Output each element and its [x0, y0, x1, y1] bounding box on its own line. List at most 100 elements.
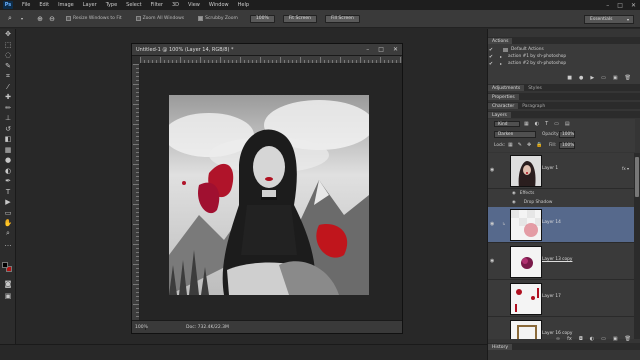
- new-layer-icon[interactable]: ▣: [613, 336, 618, 342]
- canvas-artwork[interactable]: [169, 95, 369, 295]
- shape-icon[interactable]: ▭: [0, 208, 16, 219]
- effects-row[interactable]: ◉ Effects: [488, 189, 635, 198]
- layer-name[interactable]: Layer 14: [542, 220, 561, 225]
- lock-all-icon[interactable]: 🔒: [536, 142, 542, 148]
- path-select-icon[interactable]: ▶: [0, 197, 16, 208]
- eyedropper-icon[interactable]: ⁄: [0, 82, 16, 93]
- close-icon[interactable]: ✕: [631, 2, 636, 9]
- healing-icon[interactable]: ✚: [0, 92, 16, 103]
- blend-mode-select[interactable]: Darken: [494, 131, 536, 138]
- action-row[interactable]: ✔ ▸ action #2 by sh-photoshop: [488, 60, 635, 67]
- menu-window[interactable]: Window: [209, 2, 229, 8]
- zoom-out-icon[interactable]: ⊖: [48, 15, 56, 23]
- quick-mask-icon[interactable]: ◙: [0, 279, 16, 290]
- layer-row-selected[interactable]: ◉ ↳ Layer 14: [488, 207, 635, 243]
- layer-row[interactable]: Layer 17: [488, 281, 635, 317]
- pen-icon[interactable]: ✒: [0, 176, 16, 187]
- fill-screen-button[interactable]: Fill Screen: [324, 14, 360, 23]
- filter-kind-select[interactable]: Kind: [494, 121, 520, 127]
- trash-icon[interactable]: 🗑: [625, 75, 631, 81]
- layers-scroll-thumb[interactable]: [635, 157, 639, 197]
- adjustment-filter-icon[interactable]: ◐: [535, 121, 539, 127]
- tab-styles[interactable]: Styles: [524, 85, 546, 91]
- menu-filter[interactable]: Filter: [151, 2, 163, 8]
- new-action-icon[interactable]: ▣: [613, 75, 618, 81]
- drop-shadow-row[interactable]: ◉ Drop Shadow: [488, 198, 635, 207]
- stop-icon[interactable]: ■: [567, 75, 572, 81]
- marquee-icon[interactable]: ⬚: [0, 40, 16, 51]
- eye-icon[interactable]: ◉: [512, 191, 516, 196]
- dodge-icon[interactable]: ◐: [0, 166, 16, 177]
- tab-properties[interactable]: Properties: [488, 94, 519, 100]
- eraser-icon[interactable]: ◧: [0, 134, 16, 145]
- menu-view[interactable]: View: [188, 2, 200, 8]
- tab-character[interactable]: Character: [488, 103, 519, 109]
- link-icon[interactable]: ∞: [556, 336, 560, 342]
- history-brush-icon[interactable]: ↺: [0, 124, 16, 135]
- tab-adjustments[interactable]: Adjustments: [488, 85, 525, 91]
- lock-paint-icon[interactable]: ✎: [518, 142, 522, 148]
- eye-icon[interactable]: ◉: [490, 221, 494, 227]
- mask-icon[interactable]: ◘: [579, 336, 583, 342]
- fx-icon[interactable]: fx ▾: [622, 166, 629, 171]
- tab-paragraph[interactable]: Paragraph: [518, 103, 550, 109]
- layer-row[interactable]: ◉ Layer 1 fx ▾: [488, 153, 635, 189]
- menu-file[interactable]: File: [22, 2, 30, 8]
- zoom-level[interactable]: 100%: [132, 324, 148, 330]
- menu-select[interactable]: Select: [126, 2, 141, 8]
- zoom-100-button[interactable]: 100%: [249, 14, 275, 23]
- document-tab[interactable]: Untitled-1 @ 100% (Layer 14, RGB/8) * – …: [132, 44, 402, 56]
- layer-name[interactable]: Layer 17: [542, 294, 561, 299]
- layer-name[interactable]: Layer 1: [542, 166, 558, 171]
- eye-icon[interactable]: ◉: [490, 167, 494, 173]
- gradient-icon[interactable]: ▦: [0, 145, 16, 156]
- blur-icon[interactable]: ●: [0, 155, 16, 166]
- minimize-icon[interactable]: –: [606, 2, 609, 9]
- opacity-input[interactable]: 100%: [559, 131, 575, 138]
- stamp-icon[interactable]: ⊥: [0, 113, 16, 124]
- maximize-icon[interactable]: □: [378, 46, 384, 53]
- brush-icon[interactable]: ✏: [0, 103, 16, 114]
- hand-icon[interactable]: ✋: [0, 218, 16, 229]
- foreground-color-swatch[interactable]: [2, 262, 8, 268]
- zoom-in-icon[interactable]: ⊕: [36, 15, 44, 23]
- menu-help[interactable]: Help: [238, 2, 249, 8]
- fit-screen-button[interactable]: Fit Screen: [282, 14, 317, 23]
- eye-icon[interactable]: ◉: [512, 200, 516, 205]
- menu-type[interactable]: Type: [106, 2, 117, 8]
- eye-icon[interactable]: ◉: [490, 258, 494, 264]
- type-filter-icon[interactable]: T: [545, 121, 548, 127]
- screen-mode-icon[interactable]: ▣: [0, 291, 16, 302]
- adjustment-layer-icon[interactable]: ◐: [590, 336, 594, 342]
- zoom-tool-icon[interactable]: ⌕: [0, 229, 16, 240]
- move-tool-icon[interactable]: ✥: [0, 29, 16, 40]
- record-icon[interactable]: ●: [579, 75, 583, 81]
- lock-pixels-icon[interactable]: ▦: [508, 142, 513, 148]
- quick-select-icon[interactable]: ✎: [0, 61, 16, 72]
- tab-layers[interactable]: Layers: [488, 112, 511, 118]
- menu-3d[interactable]: 3D: [172, 2, 179, 8]
- play-icon[interactable]: ▶: [590, 75, 594, 81]
- menu-edit[interactable]: Edit: [39, 2, 49, 8]
- minimize-icon[interactable]: –: [366, 46, 369, 53]
- action-set-row[interactable]: ✔ Default Actions: [488, 46, 635, 53]
- menu-layer[interactable]: Layer: [83, 2, 97, 8]
- shape-filter-icon[interactable]: ▭: [554, 121, 559, 127]
- lock-position-icon[interactable]: ✥: [527, 142, 531, 148]
- maximize-icon[interactable]: □: [617, 2, 623, 9]
- type-icon[interactable]: T: [0, 187, 16, 198]
- tab-history[interactable]: History: [488, 344, 513, 350]
- doc-size[interactable]: Doc: 732.4K/22.3M: [186, 325, 229, 330]
- menu-image[interactable]: Image: [58, 2, 74, 8]
- folder-icon[interactable]: ▭: [601, 75, 606, 81]
- fx-icon[interactable]: fx: [567, 336, 572, 342]
- action-row[interactable]: ✔ ▸ action #1 by sh-photoshop: [488, 53, 635, 60]
- trash-icon[interactable]: 🗑: [625, 336, 631, 342]
- pixel-filter-icon[interactable]: ▦: [524, 121, 529, 127]
- layers-scrollbar[interactable]: [634, 153, 640, 339]
- scrubby-zoom-checkbox[interactable]: Scrubby Zoom: [198, 16, 238, 21]
- smart-filter-icon[interactable]: ▤: [565, 121, 570, 127]
- fill-input[interactable]: 100%: [559, 142, 575, 149]
- folder-icon[interactable]: ▭: [601, 336, 606, 342]
- lasso-icon[interactable]: ◌: [0, 50, 16, 61]
